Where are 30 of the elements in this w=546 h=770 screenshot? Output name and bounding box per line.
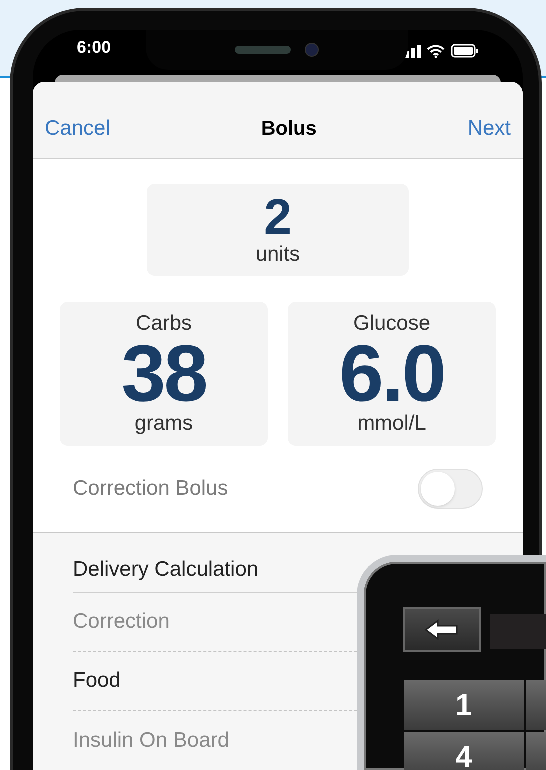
delivery-heading: Delivery Calculation [73, 556, 259, 583]
delivery-row-label: Correction [73, 609, 170, 636]
battery-icon [451, 44, 479, 58]
wifi-icon [427, 44, 445, 58]
units-label: units [256, 242, 300, 268]
back-button[interactable] [403, 607, 481, 652]
cancel-button[interactable]: Cancel [45, 113, 110, 145]
value-tile[interactable]: Carbs 38 grams [60, 302, 268, 446]
toggle-switch[interactable] [418, 469, 483, 509]
keypad-key[interactable] [526, 732, 546, 770]
tile-unit: grams [134, 412, 194, 436]
sheet-title: Bolus [261, 117, 317, 142]
value-tile[interactable]: Glucose 6.0 mmol/L [288, 302, 496, 446]
tile-label: Glucose [353, 312, 431, 336]
units-value: 2 [264, 192, 292, 242]
tile-value: 38 [122, 336, 206, 412]
correction-bolus-label: Correction Bolus [73, 476, 228, 502]
left-arrow-icon [424, 618, 460, 640]
next-button[interactable]: Next [468, 113, 511, 145]
tile-label: Carbs [136, 312, 192, 336]
keypad-key[interactable]: 4 [404, 732, 524, 770]
units-tile[interactable]: 2 units [147, 184, 409, 276]
delivery-row-label: Insulin On Board [73, 728, 230, 754]
status-time: 6:00 [77, 36, 112, 59]
tile-value: 6.0 [339, 336, 445, 412]
delivery-row-label: Food [73, 668, 121, 694]
pump-display [490, 614, 546, 649]
keypad-key[interactable] [526, 680, 546, 730]
tile-unit: mmol/L [358, 412, 426, 436]
keypad-key[interactable]: 1 [404, 680, 524, 730]
